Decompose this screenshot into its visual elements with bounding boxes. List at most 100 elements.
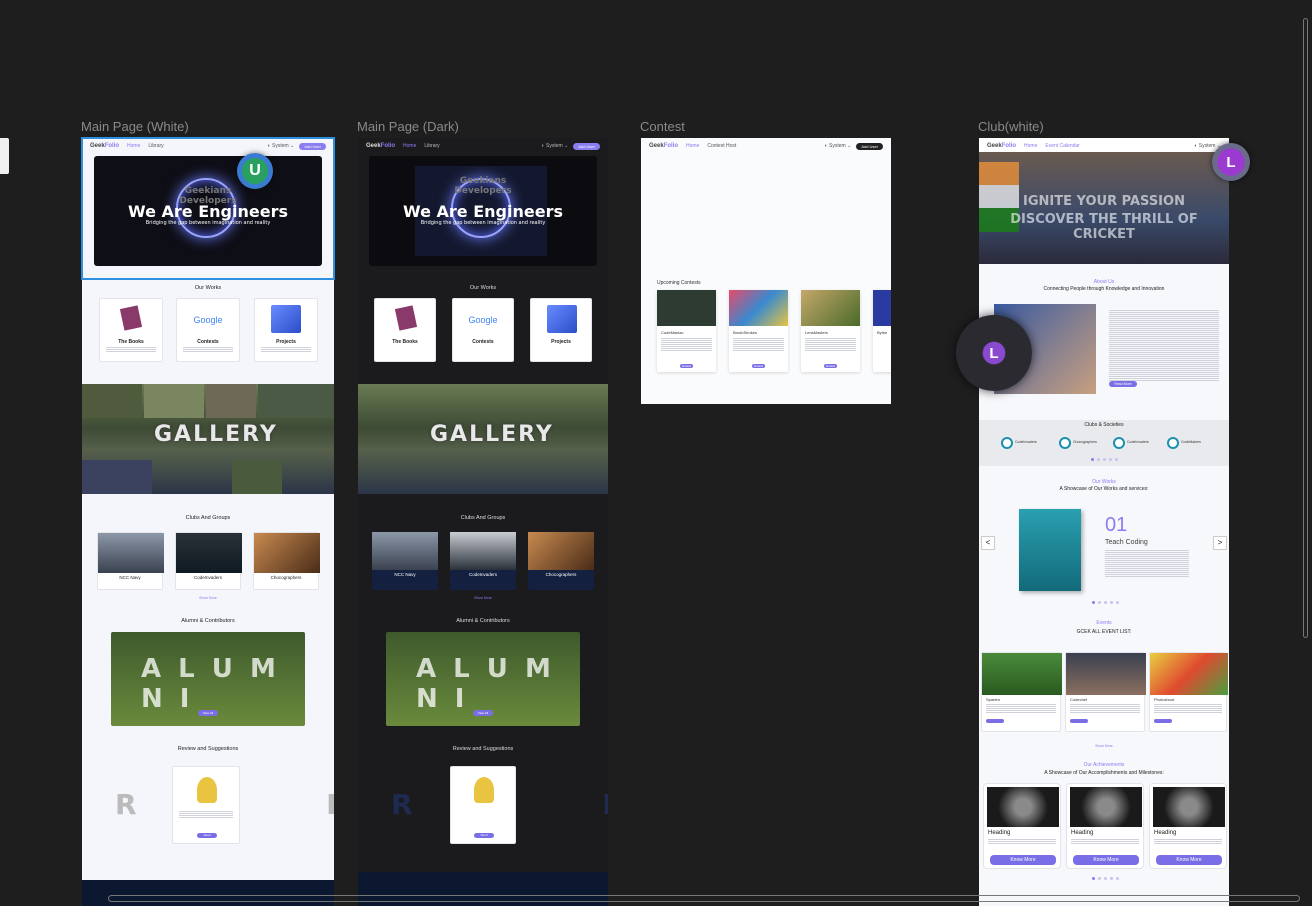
club-card-ncc[interactable]: NCC Navy (97, 532, 164, 590)
work-card-books[interactable]: The Books (99, 298, 163, 362)
events-kicker: Events (1096, 620, 1112, 626)
club-logo-icon[interactable] (1167, 437, 1179, 449)
hero-subtitle-dark: Bridging the gap between imagination and… (420, 220, 546, 226)
event-button[interactable] (1070, 719, 1088, 723)
frame-label-club[interactable]: Club(white) (978, 119, 1044, 134)
clubs-show-more-dark[interactable]: Show More (358, 596, 608, 600)
theme-toggle-dark[interactable]: ◐ System ⌄ (542, 143, 569, 149)
next-arrow-button[interactable]: > (1213, 536, 1227, 550)
event-card-photoshoot[interactable]: Photoshoot (1149, 652, 1228, 732)
cta-button-contest[interactable]: Add User (856, 142, 883, 150)
club-logo-icon[interactable] (1059, 437, 1071, 449)
review-button-dark[interactable]: Send (474, 833, 494, 838)
event-button[interactable] (1154, 719, 1172, 723)
club-logo-icon[interactable] (1001, 437, 1013, 449)
side-panel-edge[interactable] (0, 138, 9, 174)
prev-arrow-button[interactable]: < (981, 536, 995, 550)
logo-dark[interactable]: GeekFolio (366, 143, 395, 149)
upcoming-contests-title: Upcoming Contests (657, 280, 701, 286)
alumni-photo: A L U M N I View All (111, 632, 305, 726)
servers-icon (547, 305, 577, 333)
achievements-title: A Showcase of Our Accomplishments and Mi… (1044, 770, 1164, 776)
footer (82, 880, 334, 906)
know-more-button[interactable]: Know More (1073, 855, 1139, 865)
theme-toggle-contest[interactable]: ◐ System ⌄ (825, 143, 852, 149)
achievement-card-1[interactable]: Heading Know More (983, 783, 1061, 869)
logo-contest[interactable]: GeekFolio (649, 143, 678, 149)
frame-contest[interactable]: GeekFolio Home Contest Host ◐ System ⌄ Add… (641, 138, 891, 404)
horizontal-scrollbar[interactable] (108, 895, 1300, 902)
alumni-word: A L U M N I (141, 654, 280, 714)
hero-banner-dark: Geekians Developers We Are Engineers Brid… (369, 156, 597, 266)
know-more-button[interactable]: Know More (990, 855, 1056, 865)
contest-card-4[interactable]: Bythe (873, 290, 891, 372)
events-show-more[interactable]: Show More (979, 744, 1229, 748)
clubs-societies-title: Clubs & Societies (1084, 422, 1124, 428)
teach-coding-illustration (1019, 509, 1081, 591)
contest-card-2[interactable]: BrushStrokes Details (729, 290, 788, 372)
person-icon (197, 777, 217, 803)
camera-image (1070, 787, 1142, 827)
nav-home-dark[interactable]: Home (403, 143, 416, 149)
servers-icon (271, 305, 301, 333)
club-logo-icon[interactable] (1113, 437, 1125, 449)
club-card-codeinvaders-dark[interactable]: CodeInvaders (450, 532, 516, 590)
club-hero-line1: IGNITE YOUR PASSION (1023, 194, 1185, 209)
selection-outline (81, 137, 335, 280)
frame-label-dark[interactable]: Main Page (Dark) (357, 119, 459, 134)
club-card-ncc-dark[interactable]: NCC Navy (372, 532, 438, 590)
frame-label-contest[interactable]: Contest (640, 119, 685, 134)
clubs-band: Clubs & Societies CodeInvaders Chocograp… (979, 420, 1229, 466)
logo-club[interactable]: GeekFolio (987, 143, 1016, 149)
camera-image (1153, 787, 1225, 827)
contest-details-button[interactable]: Details (680, 364, 693, 368)
frame-label-white[interactable]: Main Page (White) (81, 119, 189, 134)
nav-contest-host[interactable]: Contest Host (707, 143, 736, 149)
work-card-contests-dark[interactable]: Google Contests (452, 298, 514, 362)
alumni-button[interactable]: View All (198, 710, 218, 716)
vertical-scrollbar[interactable] (1303, 18, 1308, 638)
gallery-collage[interactable]: GALLERY (82, 384, 334, 494)
nav-contest-home[interactable]: Home (686, 143, 699, 149)
achievement-card-2[interactable]: Heading Know More (1066, 783, 1144, 869)
club-hero: IGNITE YOUR PASSION DISCOVER THE THRILL … (979, 152, 1229, 264)
user-avatar-u[interactable]: U (237, 153, 273, 189)
review-card[interactable]: Send (172, 766, 240, 844)
contest-card-1[interactable]: CodeManiac Details (657, 290, 716, 372)
contest-details-button[interactable]: Details (752, 364, 765, 368)
clubs-show-more[interactable]: Show More (82, 596, 334, 600)
nav-club-events[interactable]: Event Calendar (1045, 143, 1079, 149)
know-more-button[interactable]: Know More (1156, 855, 1222, 865)
works-title-dark: Our Works (469, 285, 497, 291)
user-avatar-l-large[interactable]: L (956, 315, 1032, 391)
alumni-button-dark[interactable]: View All (473, 710, 493, 716)
club-card-chocographers[interactable]: Chocographers (253, 532, 320, 590)
google-logo-icon: Google (193, 315, 223, 325)
gallery-word: GALLERY (154, 422, 278, 447)
book-icon (119, 305, 143, 331)
work-card-projects-dark[interactable]: Projects (530, 298, 592, 362)
work-card-contests[interactable]: Google Contests (176, 298, 240, 362)
nav-club-home[interactable]: Home (1024, 143, 1037, 149)
contest-card-3[interactable]: LensMasters Details (801, 290, 860, 372)
google-logo-icon: Google (468, 315, 498, 325)
work-card-books-dark[interactable]: The Books (374, 298, 436, 362)
cta-button-dark[interactable]: Add User (573, 142, 600, 150)
frame-main-dark[interactable]: GeekFolio Home Library ◐ System ⌄ Add User… (358, 138, 608, 906)
user-avatar-l-top[interactable]: L (1212, 143, 1250, 181)
about-title: Connecting People through Knowledge and … (1043, 286, 1165, 292)
read-more-button[interactable]: Read More (1109, 381, 1137, 387)
achievement-card-3[interactable]: Heading Know More (1149, 783, 1227, 869)
review-card-dark[interactable]: Send (450, 766, 516, 844)
club-card-codeinvaders[interactable]: CodeInvaders (175, 532, 242, 590)
contest-details-button[interactable]: Details (824, 364, 837, 368)
club-card-chocographers-dark[interactable]: Chocographers (528, 532, 594, 590)
frame-club[interactable]: GeekFolio Home Event Calendar ◐ System ⌄ … (979, 138, 1229, 906)
event-card-codechef[interactable]: Codechef (1065, 652, 1146, 732)
event-button[interactable] (986, 719, 1004, 723)
nav-library-dark[interactable]: Library (424, 143, 439, 149)
review-button[interactable]: Send (197, 833, 217, 838)
work-card-projects[interactable]: Projects (254, 298, 318, 362)
event-card-sparten[interactable]: Sparten (981, 652, 1062, 732)
gallery-collage-dark[interactable]: GALLERY (358, 384, 608, 494)
